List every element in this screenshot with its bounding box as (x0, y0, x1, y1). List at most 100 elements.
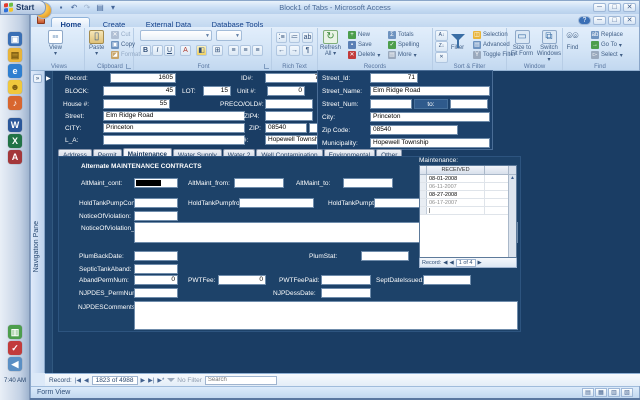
row-selector[interactable] (420, 175, 427, 182)
row-extra-cell[interactable] (485, 207, 509, 214)
font-size-combo[interactable]: ▼ (216, 30, 242, 41)
filter-status[interactable]: No Filter (167, 377, 202, 384)
delete-record-button[interactable]: ✕Delete ▾ (348, 51, 380, 59)
media-player-icon[interactable]: ♪ (8, 96, 22, 110)
altmaint-from-field[interactable] (234, 178, 284, 188)
filter-button[interactable]: Filter (450, 30, 465, 51)
size-to-fit-button[interactable]: ▭ Size to Fit Form (509, 30, 535, 57)
subform-new-row[interactable]: | (420, 207, 516, 215)
id-field[interactable]: 71 (265, 73, 325, 83)
sort-ascending-button[interactable]: A↓ (435, 30, 448, 41)
row-selector[interactable] (420, 183, 427, 190)
zip-code-field[interactable]: 08540 (370, 125, 458, 135)
font-name-combo[interactable]: ▼ (140, 30, 212, 41)
subform-first-record-button[interactable]: ◀ (443, 260, 447, 266)
plumback-field[interactable] (134, 251, 178, 261)
clear-sort-button[interactable]: ✕ (435, 52, 448, 63)
street-field[interactable]: Elm Ridge Road (103, 111, 245, 121)
access-icon[interactable]: A (8, 150, 22, 164)
street-name-field[interactable]: Elm Ridge Road (370, 86, 490, 96)
row-selector[interactable] (420, 207, 427, 214)
received-date[interactable]: 06-17-2007 (427, 199, 485, 206)
align-right-button[interactable]: ≡ (252, 45, 263, 56)
find-button[interactable]: ⌾⌾ Find (565, 30, 580, 51)
received-date[interactable]: 08-27-2008 (427, 191, 485, 198)
search-input[interactable] (205, 376, 277, 385)
row-selector[interactable] (420, 191, 427, 198)
subform-row[interactable]: 08-01-2008 (420, 175, 516, 183)
display-icon[interactable]: ▣ (8, 32, 22, 46)
septdate-field[interactable] (423, 275, 471, 285)
excel-icon[interactable]: X (8, 134, 22, 148)
child-close-button[interactable]: ✕ (623, 16, 636, 25)
new-record-cell[interactable]: | (427, 207, 485, 214)
zip-field[interactable]: 08540 (265, 123, 307, 133)
child-minimize-button[interactable]: ─ (593, 16, 606, 25)
bullets-button[interactable]: ⁚≡ (276, 32, 287, 43)
zip4-field[interactable] (265, 111, 313, 121)
antivirus-icon[interactable]: ✓ (8, 341, 22, 355)
minimize-button[interactable]: ─ (593, 3, 606, 12)
block-field[interactable]: 45 (103, 86, 176, 96)
lot-field[interactable]: 15 (203, 86, 231, 96)
font-dialog-launcher[interactable] (264, 64, 269, 69)
street-num-to-field[interactable] (450, 99, 488, 109)
record-selector-bar[interactable]: ▶ (45, 71, 53, 373)
notice-violation-field[interactable] (134, 211, 178, 221)
cut-button[interactable]: ✕Cut (111, 31, 130, 39)
abandperm-field[interactable]: 0 (134, 275, 178, 285)
last-record-button[interactable]: ▶| (148, 377, 154, 384)
highlight-button[interactable]: ab (302, 32, 313, 43)
previous-record-button[interactable]: ◀ (84, 377, 89, 384)
subform-prev-record-button[interactable]: ◀ (450, 260, 454, 266)
holdtank-to-field[interactable] (374, 198, 423, 208)
altmaint-to-field[interactable] (343, 178, 393, 188)
plumstat-field[interactable] (361, 251, 409, 261)
njpdes-comments-field[interactable] (134, 301, 518, 330)
align-left-button[interactable]: ≡ (228, 45, 239, 56)
maximize-button[interactable]: □ (608, 3, 621, 12)
spelling-button[interactable]: ✓Spelling (388, 41, 419, 49)
njpdes-num-field[interactable] (134, 288, 178, 298)
totals-button[interactable]: ΣTotals (388, 31, 414, 39)
fill-color-button[interactable]: ◧ (196, 45, 207, 56)
navigation-pane[interactable]: » Navigation Pane (31, 71, 45, 373)
subform-row[interactable]: 06-17-2007 (420, 199, 516, 207)
paragraph-button[interactable]: ¶ (302, 45, 313, 56)
subform-row[interactable]: 06-11-2007 (420, 183, 516, 191)
row-extra-cell[interactable] (485, 191, 509, 198)
house-field[interactable]: 55 (103, 99, 170, 109)
save-record-button[interactable]: ▪Save (348, 41, 372, 49)
altmaint-cont-field[interactable] (134, 178, 178, 188)
font-color-button[interactable]: A (180, 45, 191, 56)
row-extra-cell[interactable] (485, 175, 509, 182)
subform-column-extra[interactable] (485, 166, 509, 174)
help-icon[interactable]: ? (578, 16, 591, 25)
switch-windows-button[interactable]: ⧉ Switch Windows ▾ (536, 30, 562, 63)
underline-button[interactable]: U (164, 45, 175, 56)
shutter-open-icon[interactable]: » (33, 74, 42, 83)
child-restore-button[interactable]: □ (608, 16, 621, 25)
holdtank-cont-field[interactable] (134, 198, 178, 208)
start-button[interactable]: Start (0, 0, 46, 15)
sort-descending-button[interactable]: Z↓ (435, 41, 448, 52)
word-icon[interactable]: W (8, 118, 22, 132)
close-button[interactable]: ✕ (623, 3, 636, 12)
messenger-icon[interactable]: ☻ (8, 80, 22, 94)
record-field[interactable]: 1605 (110, 73, 176, 83)
network-icon[interactable]: ▥ (8, 325, 22, 339)
row-extra-cell[interactable] (485, 183, 509, 190)
volume-icon[interactable]: ◀ (8, 357, 22, 371)
row-selector[interactable] (420, 199, 427, 206)
subform-select-all[interactable] (420, 166, 427, 174)
received-date[interactable]: 08-01-2008 (427, 175, 485, 182)
replace-button[interactable]: abReplace (591, 31, 623, 39)
row-extra-cell[interactable] (485, 199, 509, 206)
select-button[interactable]: ▻Select ▾ (591, 51, 623, 59)
njpdes-date-field[interactable] (321, 288, 371, 298)
folder-icon[interactable]: ▤ (8, 48, 22, 62)
gridlines-button[interactable]: ⊞ (212, 45, 223, 56)
clipboard-dialog-launcher[interactable] (126, 64, 131, 69)
preco-field[interactable] (265, 99, 313, 109)
layout-view-button[interactable]: ▥ (608, 388, 620, 397)
